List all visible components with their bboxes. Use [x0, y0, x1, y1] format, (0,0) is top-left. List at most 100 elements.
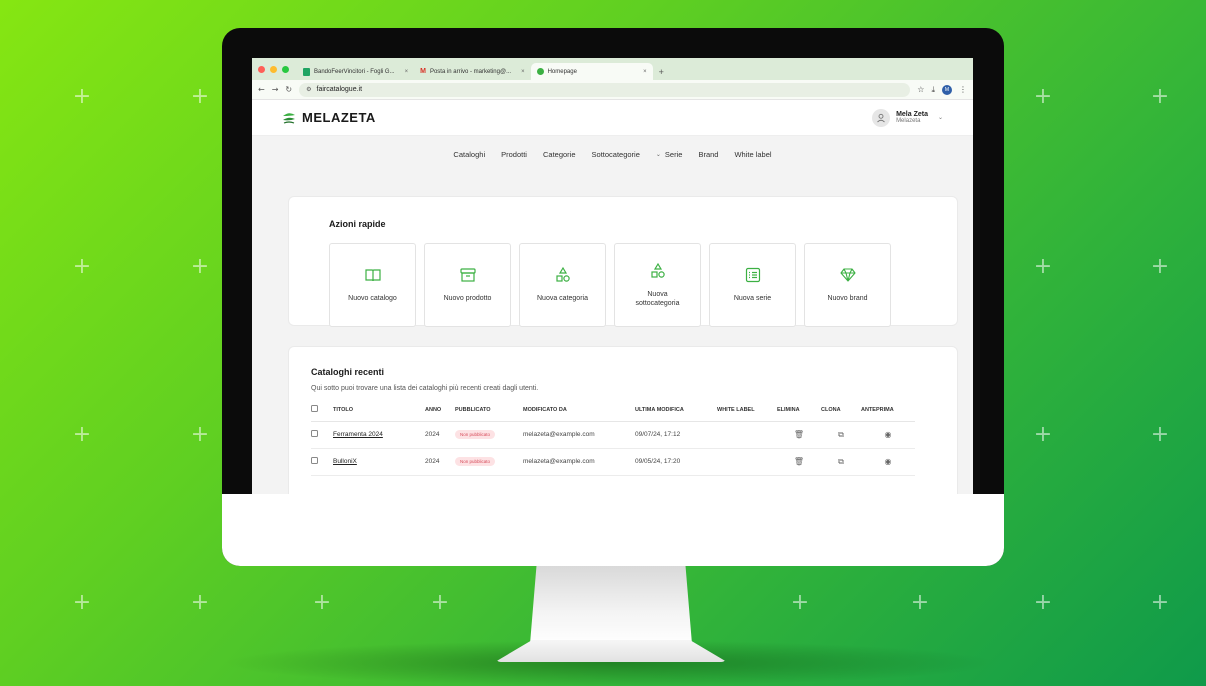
- tab-label: Posta in arrivo - marketing@...: [429, 68, 512, 75]
- main-nav: Cataloghi Prodotti Categorie Sottocatego…: [252, 136, 973, 172]
- site-info-icon[interactable]: ⚙: [306, 86, 311, 93]
- browser-menu-icon[interactable]: ⋮: [959, 85, 967, 94]
- row-checkbox[interactable]: [311, 430, 318, 437]
- nav-item-serie[interactable]: Serie: [665, 150, 683, 159]
- new-product-button[interactable]: Nuovo prodotto: [424, 243, 511, 327]
- last-modified: 09/07/24, 17:12: [635, 421, 717, 449]
- chevron-down-icon: ⌄: [937, 115, 943, 121]
- nav-item-brand[interactable]: Brand: [698, 150, 718, 159]
- shapes-icon: [650, 262, 665, 278]
- book-icon: [364, 269, 381, 282]
- nav-item-cataloghi[interactable]: Cataloghi: [453, 150, 485, 159]
- browser-profile-avatar[interactable]: M: [942, 84, 952, 95]
- catalog-title-link[interactable]: Ferramenta 2024: [333, 431, 383, 438]
- eye-icon[interactable]: ◉: [885, 457, 892, 466]
- quick-actions-card: Azioni rapide Nuovo catalogo Nuovo prodo…: [288, 196, 958, 327]
- browser-tab-homepage[interactable]: Homepage ×: [530, 63, 653, 80]
- screen: BandoFeerVincitori - Fogli G... × M Post…: [252, 58, 973, 494]
- monitor-chin: [222, 494, 1004, 566]
- column-header-pubblicato[interactable]: Pubblicato: [455, 399, 523, 422]
- list-icon: [745, 268, 760, 283]
- close-tab-icon[interactable]: ×: [521, 69, 525, 75]
- recent-catalogs-card: Cataloghi recenti Qui sotto puoi trovare…: [288, 346, 958, 494]
- trash-icon[interactable]: 🗑: [794, 457, 804, 466]
- maximize-window-button[interactable]: [282, 65, 289, 73]
- download-icon[interactable]: ⤓: [931, 85, 935, 95]
- table-header-row: Titolo Anno Pubblicato Modificato da Ult…: [311, 399, 915, 422]
- column-header-elimina: Elimina: [777, 399, 821, 422]
- column-header-anno[interactable]: Anno: [425, 399, 455, 422]
- quick-action-label: Nuovo prodotto: [443, 295, 492, 303]
- nav-item-sottocategorie[interactable]: Sottocategorie: [592, 150, 640, 159]
- quick-action-label: Nuova sottocategoria: [635, 290, 680, 307]
- browser-tab-bar: BandoFeerVincitori - Fogli G... × M Post…: [252, 58, 973, 80]
- column-header-white-label[interactable]: White label: [717, 399, 777, 422]
- close-window-button[interactable]: [258, 65, 265, 73]
- column-header-anteprima: Anteprima: [861, 399, 915, 422]
- window-controls: [256, 58, 297, 80]
- bookmark-star-icon[interactable]: ☆: [917, 85, 924, 94]
- melazeta-logo-icon: [283, 112, 295, 124]
- brand-name: MELAZETA: [302, 110, 376, 125]
- user-company: Melazeta: [896, 118, 921, 124]
- new-tab-button[interactable]: +: [653, 63, 670, 80]
- brand-logo[interactable]: MELAZETA: [282, 110, 376, 125]
- close-tab-icon[interactable]: ×: [405, 69, 409, 75]
- quick-action-label: Nuova serie: [733, 295, 772, 303]
- eye-icon[interactable]: ◉: [885, 430, 892, 439]
- column-header-ultima-modifica[interactable]: Ultima modifica: [635, 399, 717, 422]
- back-icon[interactable]: ←: [258, 85, 265, 94]
- copy-icon[interactable]: ⧉: [838, 430, 844, 439]
- chevron-down-icon[interactable]: ⌄: [656, 151, 661, 158]
- browser-tab-gmail[interactable]: M Posta in arrivo - marketing@... ×: [414, 63, 530, 80]
- select-all-checkbox[interactable]: [311, 405, 318, 413]
- reload-icon[interactable]: ↻: [285, 85, 292, 94]
- browser-tab-sheets[interactable]: BandoFeerVincitori - Fogli G... ×: [297, 63, 414, 80]
- quick-action-label: Nuova categoria: [537, 295, 588, 303]
- status-badge: Non pubblicato: [455, 430, 496, 439]
- sheets-icon: [303, 67, 310, 76]
- column-header-titolo[interactable]: Titolo: [333, 399, 425, 422]
- nav-item-categorie[interactable]: Categorie: [543, 150, 576, 159]
- catalog-year: 2024: [425, 448, 455, 476]
- quick-actions-grid: Nuovo catalogo Nuovo prodotto Nuova cate…: [329, 243, 891, 327]
- recent-catalogs-table: Titolo Anno Pubblicato Modificato da Ult…: [311, 399, 915, 476]
- quick-action-label: Nuovo brand: [827, 295, 868, 303]
- monitor-stand-foot: [495, 640, 727, 662]
- new-category-button[interactable]: Nuova categoria: [519, 243, 606, 327]
- gmail-icon: M: [420, 68, 426, 75]
- diamond-icon: [839, 268, 856, 282]
- minimize-window-button[interactable]: [270, 65, 277, 73]
- copy-icon[interactable]: ⧉: [838, 457, 844, 466]
- user-avatar-icon: [872, 108, 891, 127]
- shapes-icon: [555, 267, 570, 282]
- white-label-cell: [717, 421, 777, 449]
- new-series-button[interactable]: Nuova serie: [709, 243, 796, 327]
- close-tab-icon[interactable]: ×: [643, 69, 647, 75]
- recent-catalogs-subtitle: Qui sotto puoi trovare una lista dei cat…: [311, 385, 539, 392]
- new-subcategory-button[interactable]: Nuova sottocategoria: [614, 243, 701, 327]
- forward-icon[interactable]: →: [272, 85, 279, 94]
- tab-label: Homepage: [547, 68, 577, 75]
- tab-label: BandoFeerVincitori - Fogli G...: [314, 68, 395, 75]
- url-text: faircatalogue.it: [316, 86, 363, 93]
- user-name: Mela Zeta: [896, 111, 928, 118]
- user-menu[interactable]: Mela Zeta Melazeta ⌄: [872, 108, 943, 127]
- nav-item-white-label[interactable]: White label: [734, 150, 771, 159]
- catalog-title-link[interactable]: BulloniX: [333, 458, 357, 465]
- table-row: BulloniX 2024 Non pubblicato melazeta@ex…: [311, 448, 915, 476]
- row-checkbox[interactable]: [311, 457, 318, 464]
- trash-icon[interactable]: 🗑: [794, 430, 804, 439]
- column-header-modificato-da[interactable]: Modificato da: [523, 399, 635, 422]
- browser-toolbar: ← → ↻ ⚙ faircatalogue.it ☆ ⤓ M ⋮: [252, 80, 973, 100]
- monitor-stand-neck: [530, 566, 692, 644]
- melazeta-favicon: [536, 68, 544, 75]
- address-bar[interactable]: ⚙ faircatalogue.it: [299, 82, 911, 97]
- nav-item-prodotti[interactable]: Prodotti: [501, 150, 527, 159]
- quick-action-label: Nuovo catalogo: [348, 295, 397, 303]
- table-row: Ferramenta 2024 2024 Non pubblicato mela…: [311, 421, 915, 449]
- last-modified: 09/05/24, 17:20: [635, 448, 717, 476]
- new-catalog-button[interactable]: Nuovo catalogo: [329, 243, 416, 327]
- status-badge: Non pubblicato: [455, 457, 496, 466]
- new-brand-button[interactable]: Nuovo brand: [804, 243, 891, 327]
